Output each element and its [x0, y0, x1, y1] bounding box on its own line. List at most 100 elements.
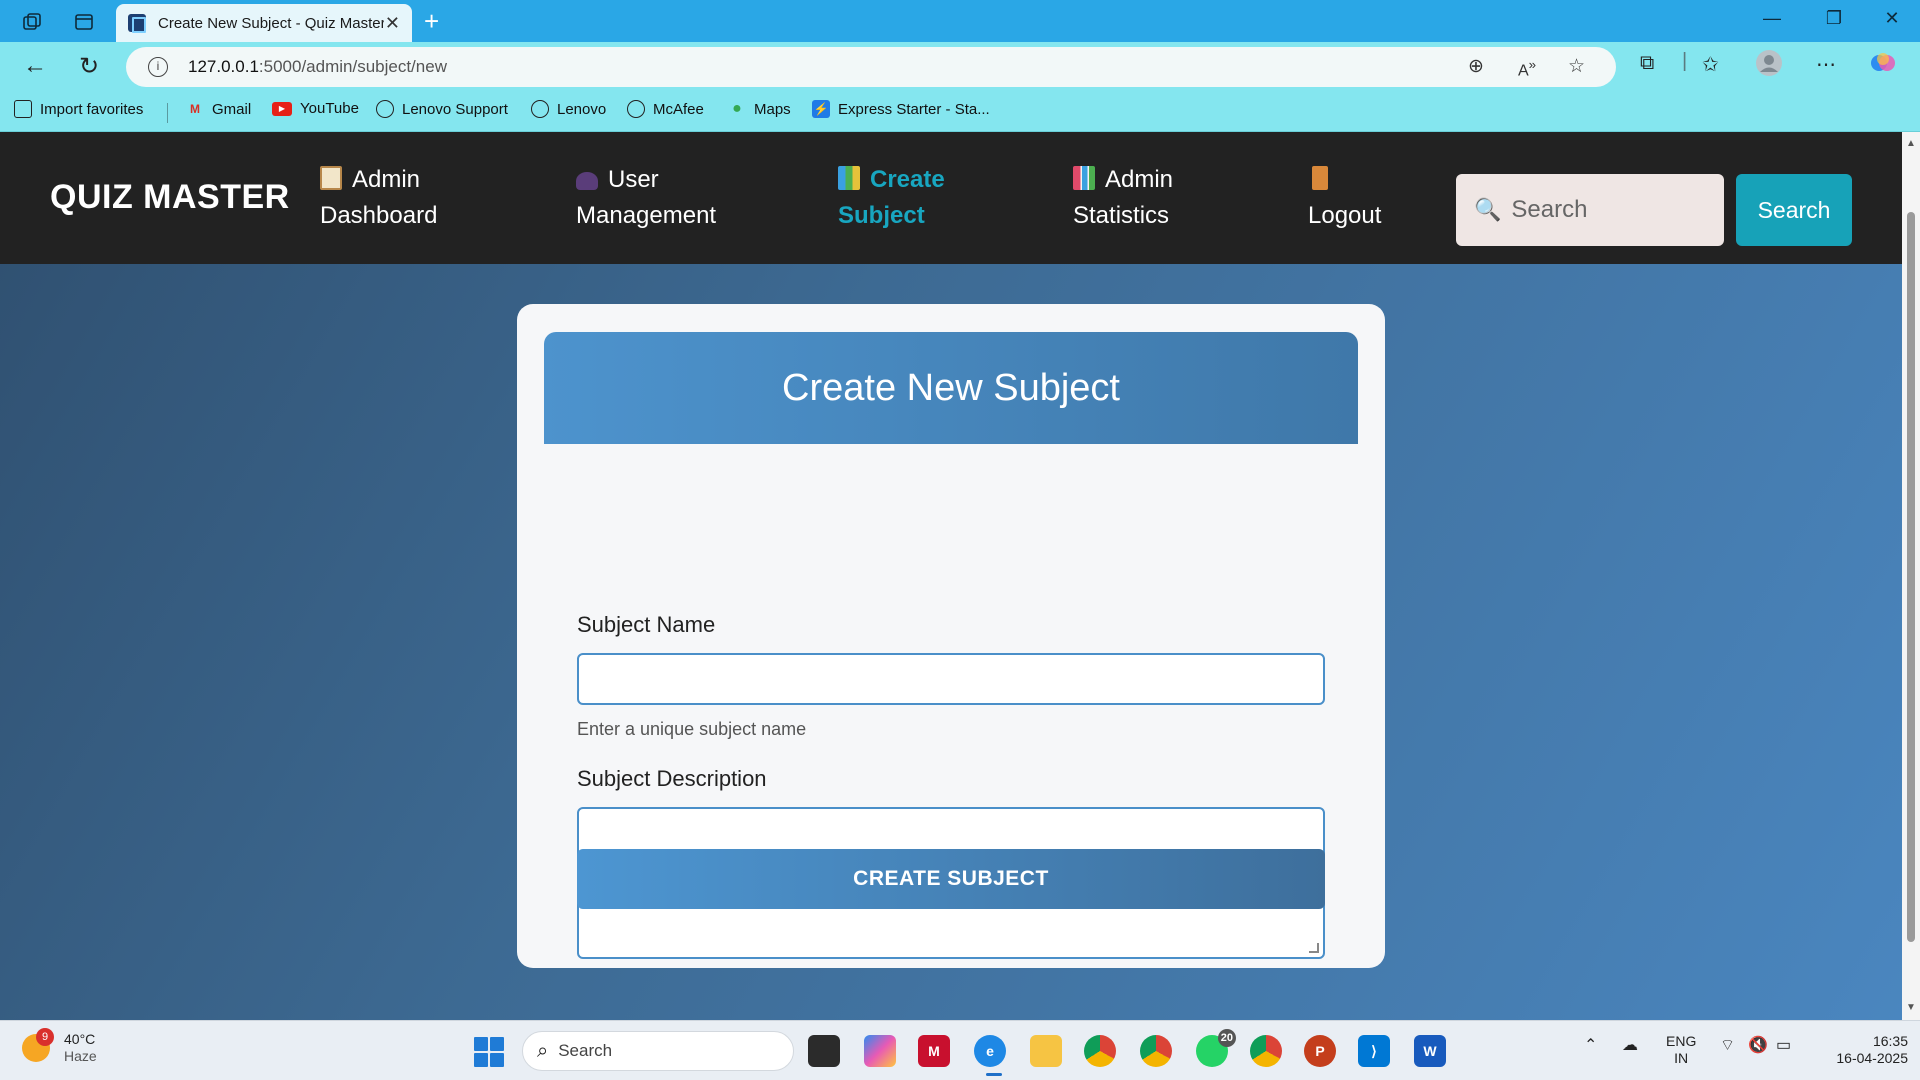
chrome-app-icon[interactable]: [1084, 1035, 1116, 1067]
copilot-app-icon[interactable]: [864, 1035, 896, 1067]
minimize-icon[interactable]: —: [1752, 8, 1792, 29]
fav-lenovo[interactable]: Lenovo: [531, 100, 606, 118]
clock[interactable]: 16:35 16-04-2025: [1816, 1033, 1908, 1067]
fav-lenovo-support[interactable]: Lenovo Support: [376, 100, 508, 118]
scroll-up-icon[interactable]: ▲: [1906, 138, 1916, 149]
globe-icon: [531, 100, 549, 118]
workspaces-icon[interactable]: [20, 10, 44, 34]
show-hidden-icons[interactable]: ⌃: [1584, 1035, 1597, 1055]
tab-title: Create New Subject - Quiz Master: [158, 14, 384, 32]
subject-name-label: Subject Name: [577, 612, 716, 637]
fav-express-starter[interactable]: ⚡ Express Starter - Sta...: [812, 100, 990, 118]
search-icon: ⌕: [537, 1039, 549, 1062]
onedrive-icon[interactable]: ☁: [1622, 1035, 1638, 1055]
taskbar-search[interactable]: ⌕ Search: [522, 1031, 794, 1071]
browser-tab-active[interactable]: Create New Subject - Quiz Master ✕: [116, 4, 412, 42]
quiz-master-favicon-icon: [128, 14, 146, 33]
browser-titlebar: Create New Subject - Quiz Master ✕ + — ❐…: [0, 0, 1920, 42]
toolbar-divider: |: [1682, 50, 1688, 72]
users-icon: [576, 172, 598, 190]
maps-pin-icon: ●: [732, 100, 742, 117]
extensions-icon[interactable]: ⧉: [1640, 52, 1654, 75]
close-window-icon[interactable]: ✕: [1872, 8, 1912, 29]
volume-muted-icon[interactable]: 🔇: [1748, 1035, 1768, 1055]
powerpoint-app-icon[interactable]: P: [1304, 1035, 1336, 1067]
weather-desc: Haze: [64, 1048, 97, 1064]
globe-icon: [376, 100, 394, 118]
fav-maps[interactable]: ● Maps: [728, 100, 791, 118]
nav-user-management[interactable]: User Management: [576, 162, 716, 234]
mcafee-app-icon[interactable]: M: [918, 1035, 950, 1067]
door-icon: [1312, 166, 1328, 190]
fav-mcafee[interactable]: McAfee: [627, 100, 704, 118]
favorites-icon[interactable]: ✩: [1702, 52, 1719, 77]
word-app-icon[interactable]: W: [1414, 1035, 1446, 1067]
lightning-icon: ⚡: [812, 100, 830, 118]
subject-name-input[interactable]: [577, 653, 1325, 705]
task-view-icon[interactable]: [808, 1035, 840, 1067]
address-toolbar: ← ↻ i 127.0.0.1:5000/admin/subject/new ⊕…: [0, 42, 1920, 92]
create-subject-button[interactable]: CREATE SUBJECT: [577, 849, 1325, 909]
gmail-icon: M: [190, 102, 200, 116]
more-options-icon[interactable]: ⋯: [1816, 52, 1836, 77]
page-title: Create New Subject: [782, 366, 1120, 409]
close-tab-icon[interactable]: ✕: [385, 13, 400, 34]
favorite-star-icon[interactable]: ☆: [1568, 55, 1585, 78]
edge-app-icon[interactable]: e: [974, 1035, 1006, 1067]
bar-chart-icon: [1073, 166, 1095, 190]
file-explorer-icon[interactable]: [1030, 1035, 1062, 1067]
weather-temp: 40°C: [64, 1031, 96, 1047]
books-icon: [838, 166, 860, 190]
search-icon: 🔍: [1474, 197, 1502, 222]
fav-gmail[interactable]: M Gmail: [186, 100, 251, 118]
copilot-icon[interactable]: [1870, 50, 1896, 82]
new-tab-icon[interactable]: +: [424, 6, 439, 37]
zoom-icon[interactable]: ⊕: [1468, 55, 1484, 78]
page-scrollbar[interactable]: ▲ ▼: [1902, 132, 1920, 1020]
nav-admin-statistics[interactable]: Admin Statistics: [1073, 162, 1173, 234]
nav-search-button[interactable]: Search: [1736, 174, 1852, 246]
scroll-down-icon[interactable]: ▼: [1906, 1002, 1916, 1013]
refresh-icon[interactable]: ↻: [74, 52, 104, 81]
vertical-tabs-icon[interactable]: [72, 10, 96, 34]
brand-logo[interactable]: QUIZ MASTER: [50, 178, 290, 217]
read-aloud-icon[interactable]: A»: [1518, 57, 1536, 80]
restore-icon[interactable]: ❐: [1814, 8, 1854, 29]
search-placeholder: Search: [1511, 196, 1588, 223]
favorites-bar: Import favorites M Gmail ▶ YouTube Lenov…: [0, 92, 1920, 132]
top-navbar: QUIZ MASTER Admin Dashboard User Managemen…: [0, 132, 1902, 264]
language-indicator[interactable]: ENG IN: [1666, 1033, 1696, 1067]
battery-icon[interactable]: ▭: [1776, 1035, 1791, 1055]
import-icon: [14, 100, 32, 118]
nav-search-input[interactable]: 🔍 Search: [1456, 174, 1724, 246]
subject-description-label: Subject Description: [577, 766, 767, 791]
start-button[interactable]: [474, 1037, 504, 1067]
favorites-divider: [167, 103, 168, 123]
card-header: Create New Subject: [544, 332, 1358, 444]
chrome-profile-app-icon[interactable]: [1140, 1035, 1172, 1067]
weather-sun-icon: 9: [22, 1028, 54, 1062]
wifi-icon[interactable]: ⌔: [1720, 1035, 1735, 1055]
weather-widget[interactable]: 9 40°C Haze: [22, 1028, 97, 1065]
nav-logout[interactable]: Logout: [1308, 162, 1381, 234]
fav-import-favorites[interactable]: Import favorites: [14, 100, 143, 118]
url-text[interactable]: 127.0.0.1:5000/admin/subject/new: [188, 57, 447, 77]
whatsapp-badge: 20: [1217, 1029, 1236, 1047]
back-icon[interactable]: ←: [20, 52, 50, 80]
subject-name-hint: Enter a unique subject name: [577, 719, 807, 739]
fav-youtube[interactable]: ▶ YouTube: [272, 100, 359, 117]
scroll-thumb[interactable]: [1907, 212, 1915, 942]
globe-icon: [627, 100, 645, 118]
nav-create-subject[interactable]: Create Subject: [838, 162, 945, 234]
resize-handle-icon[interactable]: [1309, 943, 1319, 953]
vscode-app-icon[interactable]: ⟩: [1358, 1035, 1390, 1067]
edge-active-indicator: [986, 1073, 1002, 1076]
youtube-icon: ▶: [272, 101, 292, 116]
address-bar[interactable]: i 127.0.0.1:5000/admin/subject/new ⊕ A» …: [126, 47, 1616, 87]
profile-avatar-icon[interactable]: [1756, 50, 1782, 82]
nav-admin-dashboard[interactable]: Admin Dashboard: [320, 162, 437, 234]
windows-taskbar: 9 40°C Haze ⌕ Search M e 20 P ⟩ W ⌃ ☁ EN…: [0, 1020, 1920, 1080]
chrome-second-profile-icon[interactable]: [1250, 1035, 1282, 1067]
site-info-icon[interactable]: i: [148, 57, 168, 77]
whatsapp-app-icon[interactable]: 20: [1196, 1029, 1236, 1067]
